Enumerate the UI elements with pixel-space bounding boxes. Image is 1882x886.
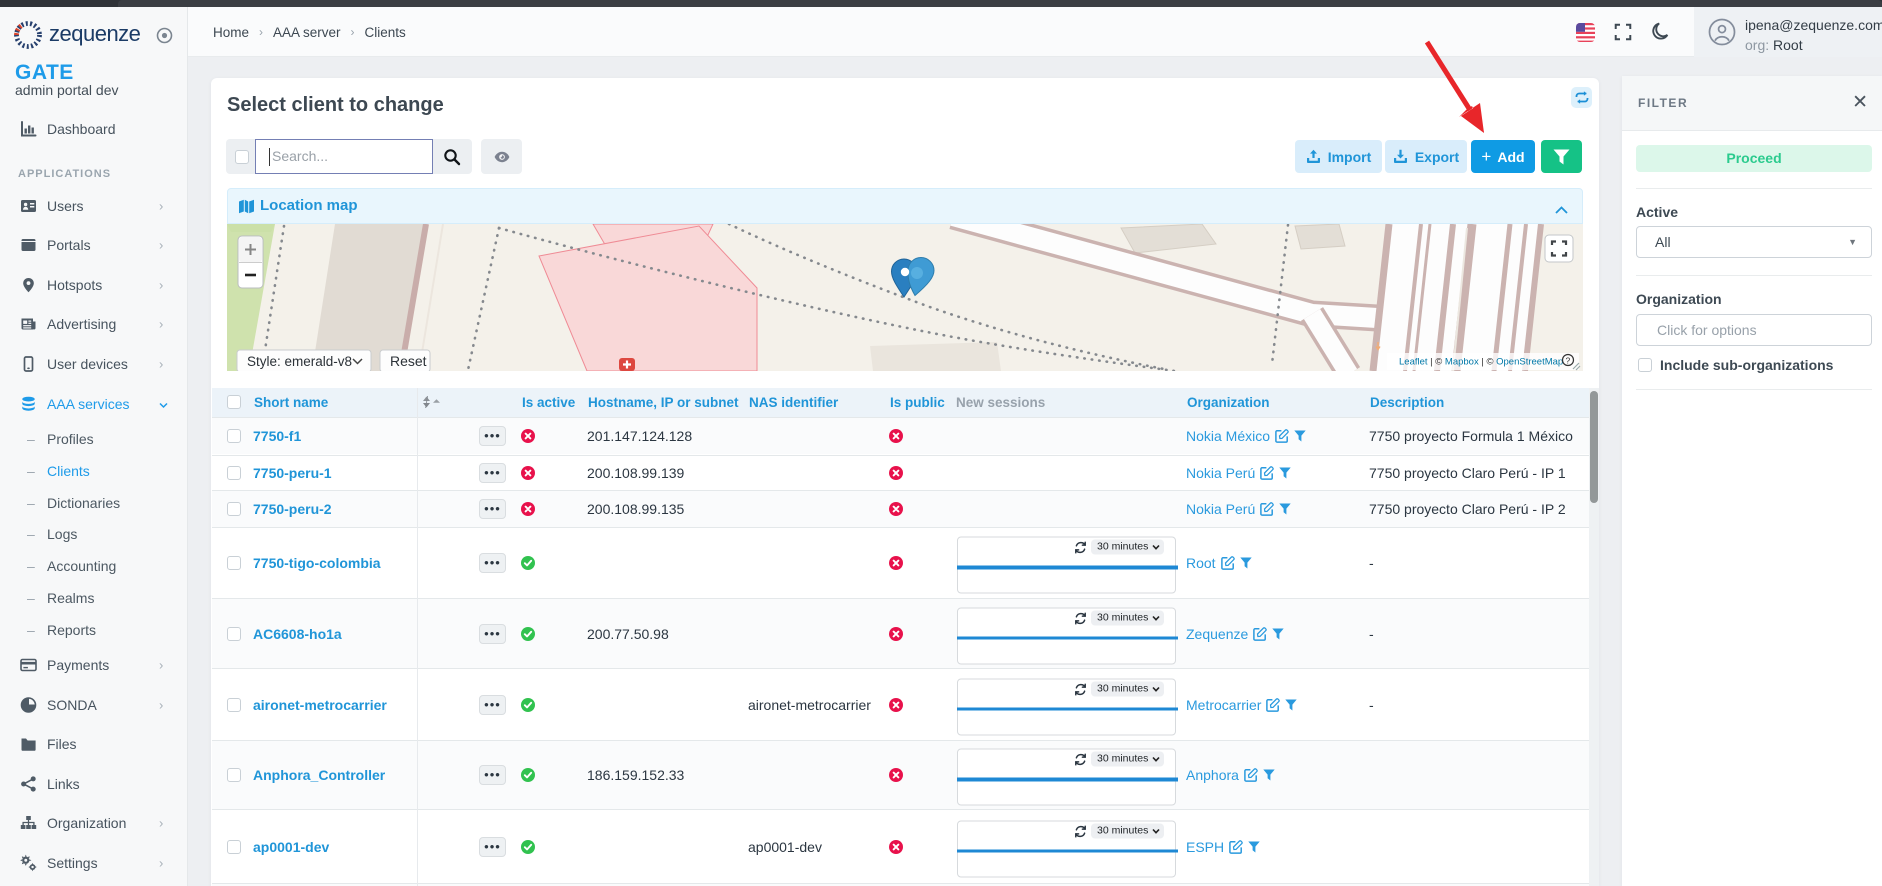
svg-text:Reset: Reset — [390, 353, 427, 369]
svg-text:Style: emerald-v8: Style: emerald-v8 — [247, 354, 352, 369]
svg-text:?: ? — [1566, 356, 1571, 366]
svg-text:Leaflet | © Mapbox | © OpenStr: Leaflet | © Mapbox | © OpenStreetMap — [1399, 357, 1563, 368]
